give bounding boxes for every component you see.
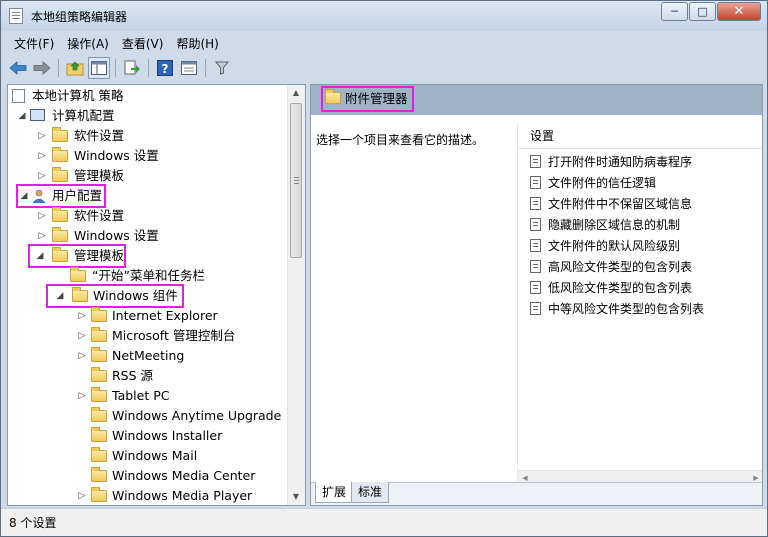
setting-item[interactable]: 低风险文件类型的包含列表 (530, 278, 692, 298)
folder-icon (91, 467, 107, 482)
toolbar-separator (148, 58, 149, 77)
folder-icon (325, 89, 341, 104)
policy-setting-icon (530, 302, 541, 315)
details-header-band: 附件管理器 (311, 85, 762, 115)
policy-document-icon (12, 89, 25, 103)
expand-triangle-icon[interactable]: ▷ (36, 126, 48, 146)
expand-triangle-icon[interactable]: ▷ (36, 166, 48, 186)
view-tabs: 扩展 标准 (311, 482, 762, 505)
gpedit-window: 本地组策略编辑器 ─ □ ✕ 文件(F) 操作(A) 查看(V) 帮助(H) ?… (0, 0, 768, 537)
folder-icon (52, 227, 68, 242)
window-controls: ─ □ ✕ (660, 2, 761, 21)
app-icon (9, 8, 23, 24)
column-header-setting[interactable]: 设置 (518, 123, 762, 149)
window-title: 本地组策略编辑器 (31, 10, 128, 24)
folder-open-icon (72, 287, 88, 302)
menu-file[interactable]: 文件(F) (7, 32, 60, 52)
folder-icon (91, 307, 107, 322)
setting-item[interactable]: 文件附件中不保留区域信息 (530, 194, 692, 214)
setting-item[interactable]: 文件附件的默认风险级别 (530, 236, 680, 256)
tree-item-admin-templates[interactable]: ◢ 管理模板 (28, 244, 126, 268)
expand-triangle-icon[interactable]: ▷ (76, 326, 88, 346)
policy-setting-icon (530, 281, 541, 294)
policy-setting-icon (530, 176, 541, 189)
help-icon[interactable]: ? (154, 57, 176, 79)
filter-icon[interactable] (211, 57, 233, 79)
menu-bar: 文件(F) 操作(A) 查看(V) 帮助(H) (7, 32, 761, 52)
export-list-icon[interactable] (121, 57, 143, 79)
collapse-triangle-icon[interactable]: ◢ (34, 246, 46, 266)
expand-triangle-icon[interactable]: ▷ (76, 306, 88, 326)
folder-icon (70, 267, 86, 282)
folder-icon (91, 487, 107, 502)
user-icon (32, 189, 46, 204)
forward-arrow-icon[interactable] (31, 57, 53, 79)
folder-icon (91, 407, 107, 422)
folder-icon (91, 387, 107, 402)
up-folder-icon[interactable] (64, 57, 86, 79)
scroll-thumb[interactable] (290, 103, 302, 258)
tree-item-windows-components[interactable]: ◢ Windows 组件 (46, 284, 184, 308)
setting-item[interactable]: 文件附件的信任逻辑 (530, 173, 656, 193)
expand-triangle-icon[interactable]: ▷ (76, 346, 88, 366)
status-bar: 8 个设置 (1, 508, 767, 536)
expand-triangle-icon[interactable]: ▷ (36, 206, 48, 226)
expand-triangle-icon[interactable]: ▷ (36, 226, 48, 246)
folder-icon (52, 247, 68, 262)
tab-extended[interactable]: 扩展 (315, 482, 354, 503)
expand-triangle-icon[interactable]: ▷ (76, 386, 88, 406)
folder-icon (91, 327, 107, 342)
back-arrow-icon[interactable] (7, 57, 29, 79)
folder-icon (52, 167, 68, 182)
status-text: 8 个设置 (9, 516, 57, 530)
tree-item-user-config[interactable]: ◢ 用户配置 (16, 184, 106, 208)
setting-item[interactable]: 中等风险文件类型的包含列表 (530, 299, 704, 319)
expand-triangle-icon[interactable]: ▷ (36, 146, 48, 166)
scroll-up-arrow-icon[interactable]: ▲ (288, 85, 304, 101)
settings-list: 设置 打开附件时通知防病毒程序 文件附件的信任逻辑 文件附件中不保留区域信息 隐… (517, 123, 762, 505)
computer-icon (30, 109, 45, 121)
toolbar-separator (115, 58, 116, 77)
scroll-down-arrow-icon[interactable]: ▼ (288, 489, 304, 505)
title-bar[interactable]: 本地组策略编辑器 ─ □ ✕ (1, 1, 767, 31)
tree-vertical-scrollbar[interactable]: ▲ ▼ (287, 85, 305, 505)
details-folder-title: 附件管理器 (321, 86, 414, 112)
close-button[interactable]: ✕ (717, 2, 761, 21)
maximize-button[interactable]: □ (689, 2, 716, 21)
properties-icon[interactable] (178, 57, 200, 79)
menu-help[interactable]: 帮助(H) (169, 32, 224, 52)
toolbar-separator (205, 58, 206, 77)
policy-setting-icon (530, 260, 541, 273)
setting-item[interactable]: 高风险文件类型的包含列表 (530, 257, 692, 277)
policy-setting-icon (530, 197, 541, 210)
folder-icon (52, 207, 68, 222)
collapse-triangle-icon[interactable]: ◢ (54, 286, 66, 306)
minimize-button[interactable]: ─ (661, 2, 688, 21)
folder-icon (91, 347, 107, 362)
tab-standard[interactable]: 标准 (351, 482, 390, 503)
menu-view[interactable]: 查看(V) (115, 32, 170, 52)
folder-icon (91, 447, 107, 462)
menu-action[interactable]: 操作(A) (60, 32, 115, 52)
folder-icon (52, 147, 68, 162)
expand-triangle-icon[interactable]: ▷ (76, 486, 88, 505)
svg-text:?: ? (162, 62, 169, 76)
folder-icon (52, 127, 68, 142)
description-text: 选择一个项目来查看它的描述。 (316, 133, 485, 147)
collapse-triangle-icon[interactable]: ◢ (18, 186, 30, 206)
folder-icon (91, 427, 107, 442)
policy-setting-icon (530, 218, 541, 231)
policy-setting-icon (530, 239, 541, 252)
show-hide-tree-icon[interactable] (88, 56, 110, 79)
details-pane: 附件管理器 选择一个项目来查看它的描述。 设置 打开附件时通知防病毒程序 文件附… (310, 84, 763, 506)
collapse-triangle-icon[interactable]: ◢ (16, 106, 28, 126)
toolbar: ? (7, 54, 761, 81)
setting-item[interactable]: 打开附件时通知防病毒程序 (530, 152, 692, 172)
setting-item[interactable]: 隐藏删除区域信息的机制 (530, 215, 680, 235)
toolbar-separator (58, 58, 59, 77)
tree-pane[interactable]: 本地计算机 策略 ◢ 计算机配置 ▷ 软件设置 ▷ Windows 设置 ▷ 管… (7, 84, 306, 506)
policy-setting-icon (530, 155, 541, 168)
folder-icon (91, 367, 107, 382)
